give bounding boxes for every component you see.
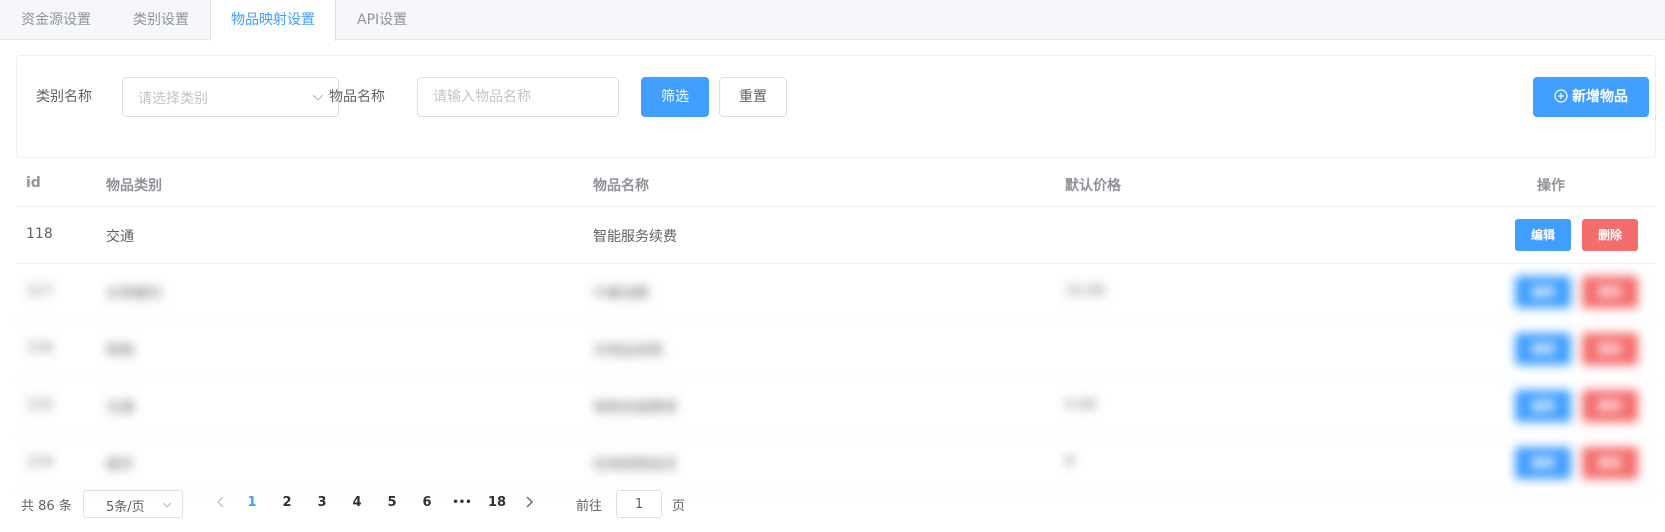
page-number[interactable]: 6 <box>412 495 442 510</box>
header-category: 物品类别 <box>106 178 162 194</box>
cell-category: 娱乐 <box>106 457 134 473</box>
add-item-button[interactable]: 新增物品 <box>1533 77 1649 117</box>
cell-category: 购物 <box>106 343 134 359</box>
page-number[interactable]: 18 <box>482 495 512 510</box>
cell-price: 15.00 <box>1065 283 1106 299</box>
category-select[interactable]: 请选择类别 <box>122 77 339 117</box>
tab-api[interactable]: API设置 <box>336 0 428 40</box>
page-size-select[interactable]: 5条/页 <box>83 490 183 518</box>
page-number[interactable]: 2 <box>272 495 302 510</box>
cell-id: 117 <box>26 283 53 299</box>
cell-price: 5.00 <box>1065 397 1097 413</box>
cell-id: 114 <box>26 454 53 470</box>
header-name: 物品名称 <box>593 178 649 194</box>
cell-category: 交通 <box>106 229 134 245</box>
category-filter-label: 类别名称 <box>36 89 92 105</box>
cell-name: 在线视频会员 <box>593 457 677 473</box>
table-row: 115 交通 地铁充值费用 5.00 编辑 删除 <box>16 378 1656 435</box>
edit-button[interactable]: 编辑 <box>1515 447 1571 479</box>
total-count: 共 86 条 <box>21 499 72 514</box>
table-row: 118 交通 智能服务续费 编辑 删除 <box>16 207 1656 264</box>
edit-button[interactable]: 编辑 <box>1515 333 1571 365</box>
cell-category: 日常餐饮 <box>106 286 162 302</box>
item-mapping-table: id 物品类别 物品名称 默认价格 操作 118 交通 智能服务续费 编辑 删除… <box>16 160 1656 492</box>
tab-category[interactable]: 类别设置 <box>112 0 210 40</box>
header-price: 默认价格 <box>1065 178 1121 194</box>
table-row: 117 日常餐饮 午餐消费 15.00 编辑 删除 <box>16 264 1656 321</box>
goto-page-input[interactable] <box>616 490 662 518</box>
chevron-down-icon <box>162 502 172 508</box>
category-select-placeholder: 请选择类别 <box>138 91 208 107</box>
table-row: 116 购物 日用品采购 编辑 删除 <box>16 321 1656 378</box>
chevron-left-icon <box>217 496 224 508</box>
pagination: 共 86 条 5条/页 1 2 3 4 5 6 ••• 18 前往 页 <box>16 490 1656 518</box>
edit-button[interactable]: 编辑 <box>1515 390 1571 422</box>
next-page-button[interactable] <box>519 495 539 513</box>
settings-tabs: 资金源设置 类别设置 物品映射设置 API设置 <box>0 0 1665 41</box>
delete-button[interactable]: 删除 <box>1582 219 1638 251</box>
delete-button[interactable]: 删除 <box>1582 390 1638 422</box>
prev-page-button[interactable] <box>211 495 231 513</box>
goto-label: 前往 <box>576 499 603 514</box>
more-pages-ellipsis[interactable]: ••• <box>447 497 477 508</box>
page-suffix-label: 页 <box>672 499 686 514</box>
table-header: id 物品类别 物品名称 默认价格 操作 <box>16 160 1656 207</box>
tab-item-mapping[interactable]: 物品映射设置 <box>210 0 336 41</box>
edit-button[interactable]: 编辑 <box>1515 219 1571 251</box>
delete-button[interactable]: 删除 <box>1582 333 1638 365</box>
delete-button[interactable]: 删除 <box>1582 276 1638 308</box>
edit-button[interactable]: 编辑 <box>1515 276 1571 308</box>
name-filter-label: 物品名称 <box>329 89 385 105</box>
header-actions: 操作 <box>1537 178 1565 194</box>
chevron-down-icon <box>312 94 324 101</box>
cell-category: 交通 <box>106 400 134 416</box>
tab-funding-source[interactable]: 资金源设置 <box>0 0 112 40</box>
page-number[interactable]: 4 <box>342 495 372 510</box>
filter-panel: 类别名称 请选择类别 物品名称 筛选 重置 新增物品 <box>16 55 1656 158</box>
cell-name: 地铁充值费用 <box>593 400 677 416</box>
filter-button[interactable]: 筛选 <box>641 77 709 117</box>
cell-name: 午餐消费 <box>593 286 649 302</box>
cell-id: 116 <box>26 340 53 356</box>
page-number[interactable]: 1 <box>237 495 267 510</box>
header-id: id <box>26 175 41 191</box>
reset-button[interactable]: 重置 <box>719 77 787 117</box>
page-size-value: 5条/页 <box>106 500 145 515</box>
plus-circle-icon <box>1554 89 1568 103</box>
delete-button[interactable]: 删除 <box>1582 447 1638 479</box>
chevron-right-icon <box>526 496 533 508</box>
table-row: 114 娱乐 在线视频会员 9 编辑 删除 <box>16 435 1656 492</box>
cell-price: 9 <box>1065 454 1074 470</box>
cell-name: 智能服务续费 <box>593 229 677 245</box>
page-number[interactable]: 3 <box>307 495 337 510</box>
cell-name: 日用品采购 <box>593 343 663 359</box>
add-item-label: 新增物品 <box>1572 89 1628 105</box>
cell-id: 118 <box>26 226 53 242</box>
page-number[interactable]: 5 <box>377 495 407 510</box>
cell-id: 115 <box>26 397 53 413</box>
item-name-input[interactable] <box>417 77 619 117</box>
